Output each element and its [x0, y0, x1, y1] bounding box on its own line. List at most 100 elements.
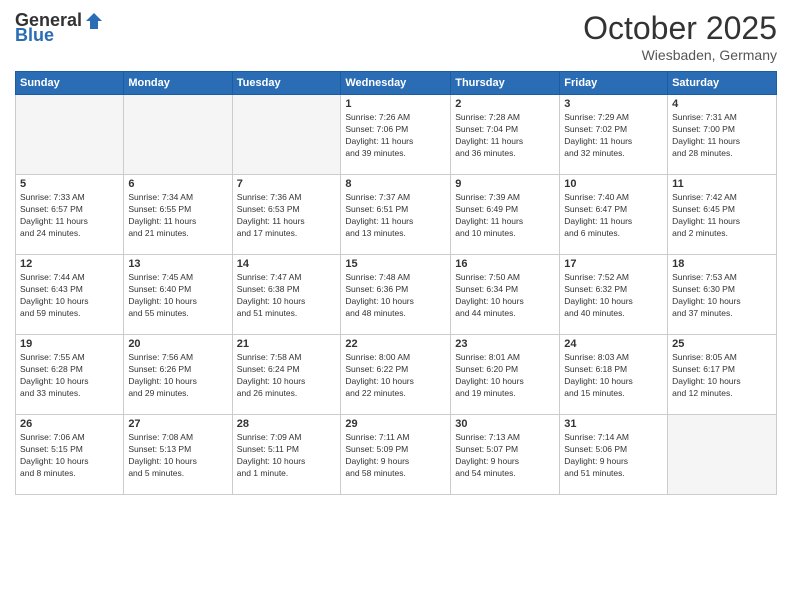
day-cell: 1 Sunrise: 7:26 AMSunset: 7:06 PMDaylight… — [341, 95, 451, 175]
day-cell — [668, 415, 777, 495]
day-info: Sunrise: 7:40 AMSunset: 6:47 PMDaylight:… — [564, 192, 663, 240]
day-info: Sunrise: 7:39 AMSunset: 6:49 PMDaylight:… — [455, 192, 555, 240]
day-number: 27 — [128, 418, 227, 430]
day-number: 3 — [564, 98, 663, 110]
day-cell: 8Sunrise: 7:37 AMSunset: 6:51 PMDaylight… — [341, 175, 451, 255]
day-info: Sunrise: 7:45 AMSunset: 6:40 PMDaylight:… — [128, 272, 227, 320]
logo: General Blue — [15, 10, 104, 46]
day-info: Sunrise: 7:58 AMSunset: 6:24 PMDaylight:… — [237, 352, 337, 400]
day-info: Sunrise: 7:42 AMSunset: 6:45 PMDaylight:… — [672, 192, 772, 240]
day-number: 19 — [20, 338, 119, 350]
day-number: 6 — [128, 178, 227, 190]
day-info: Sunrise: 7:06 AMSunset: 5:15 PMDaylight:… — [20, 432, 119, 480]
day-cell: 16Sunrise: 7:50 AMSunset: 6:34 PMDayligh… — [451, 255, 560, 335]
day-number: 18 — [672, 258, 772, 270]
day-info: Sunrise: 7:48 AMSunset: 6:36 PMDaylight:… — [345, 272, 446, 320]
header-sunday: Sunday — [16, 72, 124, 95]
day-info: Sunrise: 7:53 AMSunset: 6:30 PMDaylight:… — [672, 272, 772, 320]
day-number: 28 — [237, 418, 337, 430]
header-saturday: Saturday — [668, 72, 777, 95]
day-number: 14 — [237, 258, 337, 270]
day-cell: 12 Sunrise: 7:44 AMSunset: 6:43 PMDayligh… — [16, 255, 124, 335]
day-number: 2 — [455, 98, 555, 110]
day-info: Sunrise: 8:01 AMSunset: 6:20 PMDaylight:… — [455, 352, 555, 400]
day-cell: 27 Sunrise: 7:08 AMSunset: 5:13 PMDayligh… — [124, 415, 232, 495]
logo-blue: Blue — [15, 25, 54, 46]
day-info: Sunrise: 7:28 AMSunset: 7:04 PMDaylight:… — [455, 112, 555, 160]
day-cell: 29Sunrise: 7:11 AMSunset: 5:09 PMDayligh… — [341, 415, 451, 495]
day-number: 22 — [345, 338, 446, 350]
day-info: Sunrise: 7:08 AMSunset: 5:13 PMDaylight:… — [128, 432, 227, 480]
day-cell: 3 Sunrise: 7:29 AMSunset: 7:02 PMDaylight… — [560, 95, 668, 175]
day-cell: 15 Sunrise: 7:48 AMSunset: 6:36 PMDayligh… — [341, 255, 451, 335]
day-cell: 14 Sunrise: 7:47 AMSunset: 6:38 PMDayligh… — [232, 255, 341, 335]
day-cell: 22 Sunrise: 8:00 AMSunset: 6:22 PMDayligh… — [341, 335, 451, 415]
day-number: 17 — [564, 258, 663, 270]
day-cell: 9 Sunrise: 7:39 AMSunset: 6:49 PMDaylight… — [451, 175, 560, 255]
day-cell: 24Sunrise: 8:03 AMSunset: 6:18 PMDayligh… — [560, 335, 668, 415]
day-number: 31 — [564, 418, 663, 430]
day-cell: 13 Sunrise: 7:45 AMSunset: 6:40 PMDayligh… — [124, 255, 232, 335]
day-number: 11 — [672, 178, 772, 190]
day-cell: 7 Sunrise: 7:36 AMSunset: 6:53 PMDaylight… — [232, 175, 341, 255]
day-info: Sunrise: 8:03 AMSunset: 6:18 PMDaylight:… — [564, 352, 663, 400]
header: General Blue October 2025 Wiesbaden, Ger… — [15, 10, 777, 63]
day-info: Sunrise: 7:29 AMSunset: 7:02 PMDaylight:… — [564, 112, 663, 160]
week-row-4: 19 Sunrise: 7:55 AMSunset: 6:28 PMDayligh… — [16, 335, 777, 415]
week-row-5: 26 Sunrise: 7:06 AMSunset: 5:15 PMDayligh… — [16, 415, 777, 495]
day-number: 20 — [128, 338, 227, 350]
day-info: Sunrise: 7:55 AMSunset: 6:28 PMDaylight:… — [20, 352, 119, 400]
day-number: 9 — [455, 178, 555, 190]
day-cell: 4Sunrise: 7:31 AMSunset: 7:00 PMDaylight… — [668, 95, 777, 175]
day-info: Sunrise: 7:47 AMSunset: 6:38 PMDaylight:… — [237, 272, 337, 320]
day-number: 4 — [672, 98, 772, 110]
day-info: Sunrise: 7:34 AMSunset: 6:55 PMDaylight:… — [128, 192, 227, 240]
day-cell: 21Sunrise: 7:58 AMSunset: 6:24 PMDayligh… — [232, 335, 341, 415]
header-thursday: Thursday — [451, 72, 560, 95]
day-number: 25 — [672, 338, 772, 350]
day-number: 15 — [345, 258, 446, 270]
day-info: Sunrise: 7:36 AMSunset: 6:53 PMDaylight:… — [237, 192, 337, 240]
day-number: 1 — [345, 98, 446, 110]
day-info: Sunrise: 7:44 AMSunset: 6:43 PMDaylight:… — [20, 272, 119, 320]
day-cell: 17 Sunrise: 7:52 AMSunset: 6:32 PMDayligh… — [560, 255, 668, 335]
day-cell: 11 Sunrise: 7:42 AMSunset: 6:45 PMDayligh… — [668, 175, 777, 255]
header-tuesday: Tuesday — [232, 72, 341, 95]
day-info: Sunrise: 7:26 AMSunset: 7:06 PMDaylight:… — [345, 112, 446, 160]
day-info: Sunrise: 7:09 AMSunset: 5:11 PMDaylight:… — [237, 432, 337, 480]
day-number: 8 — [345, 178, 446, 190]
week-row-1: 1 Sunrise: 7:26 AMSunset: 7:06 PMDaylight… — [16, 95, 777, 175]
header-wednesday: Wednesday — [341, 72, 451, 95]
day-cell: 23Sunrise: 8:01 AMSunset: 6:20 PMDayligh… — [451, 335, 560, 415]
day-info: Sunrise: 7:52 AMSunset: 6:32 PMDaylight:… — [564, 272, 663, 320]
title-block: October 2025 Wiesbaden, Germany — [583, 10, 777, 63]
day-number: 12 — [20, 258, 119, 270]
day-info: Sunrise: 7:56 AMSunset: 6:26 PMDaylight:… — [128, 352, 227, 400]
day-number: 10 — [564, 178, 663, 190]
day-info: Sunrise: 7:13 AMSunset: 5:07 PMDaylight:… — [455, 432, 555, 480]
day-number: 13 — [128, 258, 227, 270]
header-monday: Monday — [124, 72, 232, 95]
day-info: Sunrise: 7:11 AMSunset: 5:09 PMDaylight:… — [345, 432, 446, 480]
day-cell: 18 Sunrise: 7:53 AMSunset: 6:30 PMDayligh… — [668, 255, 777, 335]
day-cell: 25Sunrise: 8:05 AMSunset: 6:17 PMDayligh… — [668, 335, 777, 415]
day-number: 7 — [237, 178, 337, 190]
day-info: Sunrise: 7:33 AMSunset: 6:57 PMDaylight:… — [20, 192, 119, 240]
day-cell: 10 Sunrise: 7:40 AMSunset: 6:47 PMDayligh… — [560, 175, 668, 255]
day-cell — [124, 95, 232, 175]
day-number: 5 — [20, 178, 119, 190]
day-info: Sunrise: 8:00 AMSunset: 6:22 PMDaylight:… — [345, 352, 446, 400]
weekday-header-row: Sunday Monday Tuesday Wednesday Thursday… — [16, 72, 777, 95]
day-cell — [16, 95, 124, 175]
page: General Blue October 2025 Wiesbaden, Ger… — [0, 0, 792, 612]
day-cell: 20 Sunrise: 7:56 AMSunset: 6:26 PMDayligh… — [124, 335, 232, 415]
week-row-3: 12 Sunrise: 7:44 AMSunset: 6:43 PMDayligh… — [16, 255, 777, 335]
day-cell: 31Sunrise: 7:14 AMSunset: 5:06 PMDayligh… — [560, 415, 668, 495]
day-cell: 6 Sunrise: 7:34 AMSunset: 6:55 PMDaylight… — [124, 175, 232, 255]
title-location: Wiesbaden, Germany — [583, 47, 777, 63]
day-number: 26 — [20, 418, 119, 430]
day-number: 16 — [455, 258, 555, 270]
day-cell: 19 Sunrise: 7:55 AMSunset: 6:28 PMDayligh… — [16, 335, 124, 415]
day-number: 30 — [455, 418, 555, 430]
calendar-table: Sunday Monday Tuesday Wednesday Thursday… — [15, 71, 777, 495]
